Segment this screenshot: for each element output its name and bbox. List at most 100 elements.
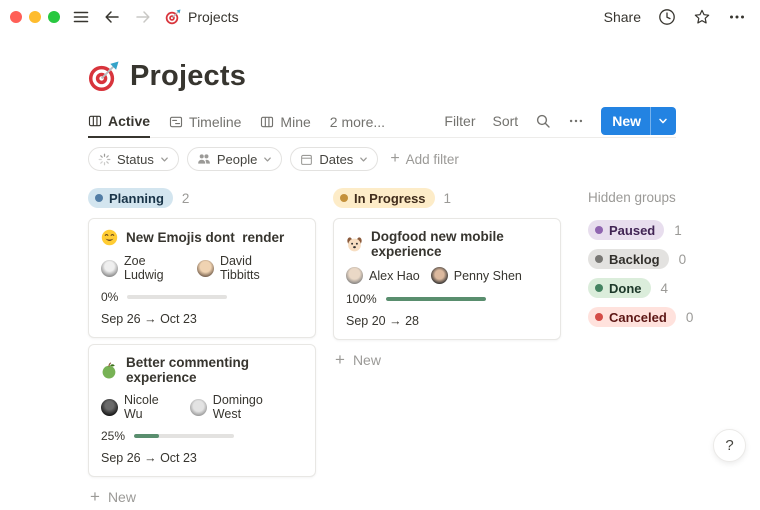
updates-clock-icon[interactable] [658, 8, 676, 26]
status-dot [595, 313, 603, 321]
progress-bar-fill [134, 434, 160, 438]
status-dot [95, 194, 103, 202]
timeline-view-icon [169, 115, 183, 129]
card-progress-row: 100% [346, 292, 548, 306]
sidebar-menu-icon[interactable] [72, 8, 90, 26]
person-name: David Tibbitts [219, 254, 260, 282]
tab-active[interactable]: Active [88, 108, 151, 138]
add-filter-button[interactable]: + Add filter [390, 151, 459, 167]
minimize-window-button[interactable] [29, 11, 41, 23]
close-window-button[interactable] [10, 11, 22, 23]
project-card[interactable]: Dogfood new mobile experience Alex Hao P… [333, 218, 561, 340]
group-pill-in-progress[interactable]: In Progress [333, 188, 435, 208]
progress-label: 100% [346, 292, 377, 306]
back-icon[interactable] [103, 8, 121, 26]
card-title-row: Better commenting experience [101, 355, 303, 385]
add-card-button[interactable]: + New [333, 346, 561, 373]
card-dates: Sep 26 → Oct 23 [101, 451, 197, 465]
hidden-group-done[interactable]: Done 4 [588, 278, 738, 298]
new-button-label[interactable]: New [601, 113, 650, 129]
help-button[interactable]: ? [713, 429, 746, 462]
tab-mine[interactable]: Mine [260, 108, 311, 138]
project-card[interactable]: New Emojis dont render Zoe Ludwig David … [88, 218, 316, 338]
card-progress-row: 0% [101, 290, 303, 304]
group-count: 0 [678, 251, 687, 267]
view-tab-bar: Active Timeline Mine 2 more... Filter So… [88, 106, 676, 138]
tabs-more[interactable]: 2 more... [330, 108, 385, 138]
status-filter-chip[interactable]: Status [88, 147, 179, 171]
group-pill-planning[interactable]: Planning [88, 188, 173, 208]
status-spinner-icon [98, 153, 111, 166]
person-name: Nicole Wu [124, 393, 159, 421]
group-pill-paused[interactable]: Paused [588, 220, 665, 240]
sort-button[interactable]: Sort [493, 113, 519, 129]
group-header[interactable]: In Progress 1 [333, 188, 561, 208]
window-titlebar: Projects Share [0, 0, 760, 34]
view-options-icon[interactable] [568, 113, 584, 129]
person: Domingo West [189, 393, 292, 421]
group-pill-done[interactable]: Done [588, 278, 651, 298]
group-count: 1 [443, 190, 452, 206]
calendar-icon [300, 153, 313, 166]
status-dot [595, 226, 603, 234]
hidden-group-backlog[interactable]: Backlog 0 [588, 249, 738, 269]
dart-target-icon [165, 9, 182, 26]
plus-icon: + [335, 350, 345, 369]
group-count: 2 [181, 190, 190, 206]
progress-bar [127, 295, 228, 299]
filter-button[interactable]: Filter [444, 113, 475, 129]
group-pill-backlog[interactable]: Backlog [588, 249, 669, 269]
person: Zoe Ludwig [101, 254, 186, 282]
maximize-window-button[interactable] [48, 11, 60, 23]
group-header[interactable]: Planning 2 [88, 188, 316, 208]
person-name: Zoe Ludwig [124, 254, 164, 282]
progress-bar-fill [385, 297, 486, 301]
hidden-group-canceled[interactable]: Canceled 0 [588, 307, 738, 327]
forward-icon [134, 8, 152, 26]
page-title: Projects [130, 60, 247, 92]
card-title: New Emojis dont render [126, 230, 285, 245]
hidden-group-paused[interactable]: Paused 1 [588, 220, 738, 240]
tab-timeline[interactable]: Timeline [169, 108, 241, 138]
person: David Tibbitts [196, 254, 292, 282]
new-button[interactable]: New [601, 106, 676, 135]
add-card-button[interactable]: + New [88, 483, 316, 510]
people-filter-chip[interactable]: People [186, 147, 283, 171]
chevron-down-icon [160, 155, 169, 164]
page-header: Projects [88, 60, 246, 93]
project-card[interactable]: Better commenting experience Nicole Wu D… [88, 344, 316, 477]
group-pill-canceled[interactable]: Canceled [588, 307, 676, 327]
green-apple-emoji-icon [101, 362, 118, 379]
person-name: Penny Shen [453, 268, 522, 283]
board-view-icon [260, 115, 274, 129]
filter-bar: Status People Dates + Add filter [88, 147, 459, 171]
status-dot [340, 194, 348, 202]
window-controls [10, 11, 60, 23]
board-view-icon [88, 114, 102, 128]
person: Nicole Wu [101, 393, 179, 421]
avatar [101, 398, 118, 416]
avatar [101, 259, 118, 277]
person-name: Domingo West [212, 393, 263, 421]
progress-bar [385, 297, 486, 301]
avatar [346, 267, 363, 284]
plus-icon: + [90, 487, 100, 506]
more-options-icon[interactable] [728, 8, 746, 26]
avatar [430, 267, 448, 284]
dates-filter-chip[interactable]: Dates [290, 147, 379, 171]
group-count: 0 [685, 309, 694, 325]
page-dart-target-icon [88, 61, 119, 92]
card-title-row: Dogfood new mobile experience [346, 229, 548, 259]
favorite-star-icon[interactable] [693, 8, 711, 26]
person-name: Alex Hao [369, 268, 420, 283]
chevron-down-icon [263, 155, 272, 164]
people-icon [197, 152, 211, 166]
hidden-groups-title: Hidden groups [588, 190, 676, 205]
card-people-row: Zoe Ludwig David Tibbitts [101, 254, 303, 282]
search-icon[interactable] [535, 113, 551, 129]
new-dropdown-chevron-icon[interactable] [650, 106, 676, 135]
breadcrumb[interactable]: Projects [165, 9, 239, 26]
board-column-in-progress: In Progress 1 Dogfood new mobile experie… [333, 188, 561, 373]
progress-label: 25% [101, 429, 126, 443]
share-button[interactable]: Share [604, 9, 641, 25]
